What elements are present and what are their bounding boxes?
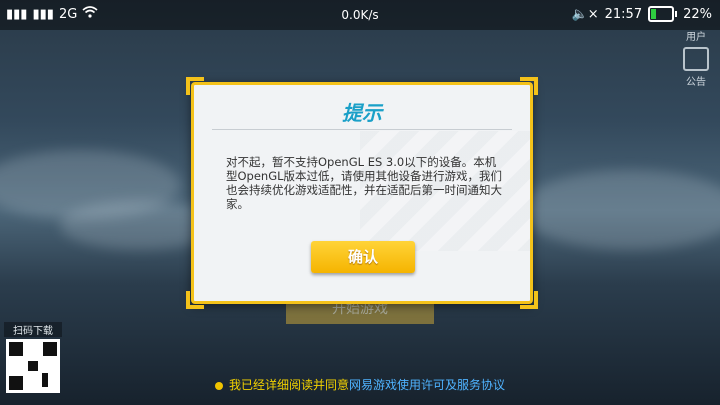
agreement-link[interactable]: 网易游戏使用许可及服务协议 — [349, 378, 505, 392]
side-item-user[interactable]: 用户 — [678, 28, 714, 43]
dialog-title: 提示 — [342, 101, 382, 125]
dialog-divider — [212, 129, 512, 130]
side-item-notice[interactable]: 公告 — [678, 47, 714, 88]
side-item-label: 用户 — [686, 32, 706, 43]
notice-icon — [683, 47, 709, 71]
status-bar: ▮▮▮ ▮▮▮ 2G 0.0K/s 🔈× 21:57 22% — [0, 0, 720, 30]
battery-percent: 22% — [683, 6, 712, 22]
dialog-corner — [186, 291, 204, 309]
mute-icon: 🔈× — [571, 6, 599, 22]
cloud — [520, 170, 720, 250]
agreement-checkbox[interactable] — [214, 381, 223, 390]
side-item-label: 公告 — [686, 77, 706, 88]
clock: 21:57 — [604, 6, 643, 22]
battery-icon — [648, 6, 675, 22]
dialog-corner — [186, 77, 204, 95]
dialog-corner — [520, 77, 538, 95]
dialog-message: 对不起，暂不支持OpenGL ES 3.0以下的设备。本机型OpenGL版本过低… — [226, 155, 503, 211]
dialog-corner — [520, 291, 538, 309]
agreement-text: 我已经详细阅读并同意 — [228, 378, 349, 392]
qr-label: 扫码下载 — [4, 322, 62, 337]
side-menu: 用户 公告 — [678, 28, 714, 88]
agreement-line[interactable]: 我已经详细阅读并同意网易游戏使用许可及服务协议 — [0, 376, 720, 393]
alert-dialog: 提示 对不起，暂不支持OpenGL ES 3.0以下的设备。本机型OpenGL版… — [186, 77, 538, 309]
confirm-button[interactable]: 确认 — [311, 241, 415, 273]
